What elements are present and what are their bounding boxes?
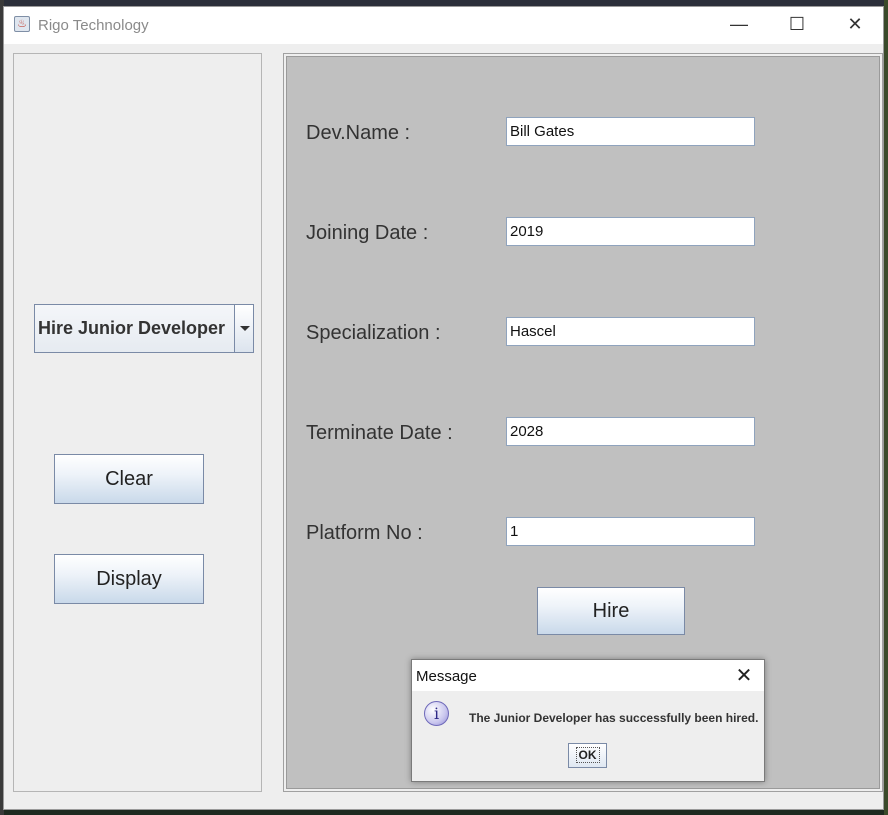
dialog-title: Message (416, 668, 477, 685)
clear-button[interactable]: Clear (54, 454, 204, 504)
display-button[interactable]: Display (54, 554, 204, 604)
left-panel: Hire Junior Developer Clear Display (13, 53, 262, 792)
title-bar: ♨ Rigo Technology — ☐ ✕ (4, 7, 883, 44)
dialog-title-bar: Message ✕ (412, 660, 764, 691)
ok-button-label: OK (575, 747, 600, 763)
specialization-input[interactable] (506, 317, 755, 346)
minimize-button[interactable]: — (710, 7, 768, 44)
dialog-close-button[interactable]: ✕ (730, 662, 758, 690)
info-icon: i (424, 701, 449, 726)
terminate-date-label: Terminate Date : (306, 422, 453, 444)
combo-selected-value: Hire Junior Developer (38, 318, 226, 338)
java-app-icon: ♨ (14, 16, 30, 32)
message-dialog: Message ✕ i The Junior Developer has suc… (411, 659, 765, 782)
dialog-message: The Junior Developer has successfully be… (469, 711, 759, 725)
dev-name-input[interactable] (506, 117, 755, 146)
hire-button[interactable]: Hire (537, 587, 685, 635)
chevron-down-icon[interactable] (234, 305, 253, 352)
terminate-date-input[interactable] (506, 417, 755, 446)
window-title: Rigo Technology (38, 17, 149, 34)
ok-button[interactable]: OK (568, 743, 607, 768)
joining-date-label: Joining Date : (306, 222, 429, 244)
specialization-label: Specialization : (306, 322, 441, 344)
developer-type-combo[interactable]: Hire Junior Developer (34, 304, 254, 353)
platform-no-input[interactable] (506, 517, 755, 546)
joining-date-input[interactable] (506, 217, 755, 246)
platform-no-label: Platform No : (306, 522, 423, 544)
maximize-button[interactable]: ☐ (768, 7, 826, 44)
close-button[interactable]: ✕ (826, 7, 884, 44)
dev-name-label: Dev.Name : (306, 122, 411, 144)
desktop-background-right (884, 0, 888, 815)
